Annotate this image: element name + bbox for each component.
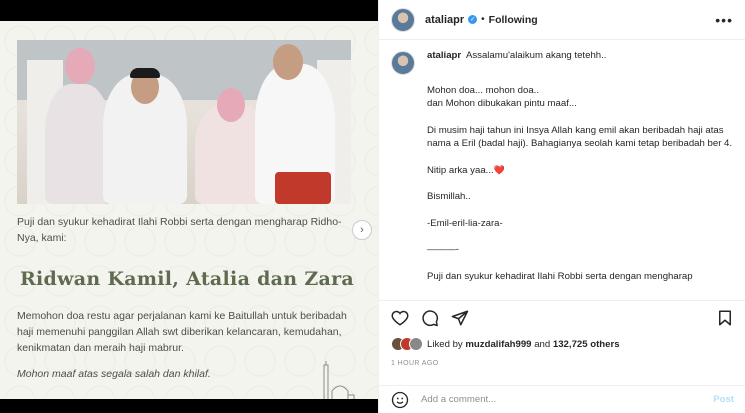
action-bar (379, 300, 745, 328)
post-timestamp[interactable]: 1 HOUR AGO (391, 360, 439, 367)
heart-emoji-icon: ❤️ (493, 164, 505, 175)
caption-line: Nitip arka yaa... (427, 164, 494, 176)
comment-input[interactable]: Add a comment... (421, 394, 496, 405)
avatar[interactable] (391, 7, 415, 32)
comment-button[interactable] (419, 307, 441, 329)
liker-avatar[interactable] (409, 337, 423, 351)
names-title: Ridwan Kamil, Atalia dan Zara (19, 268, 355, 290)
caption-line: dan Mohon dibukakan pintu maaf... (427, 98, 577, 109)
caption-line: Assalamu'alaikum akang tetehh.. (465, 50, 607, 61)
following-button[interactable]: Following (489, 14, 538, 26)
caption-line: Bismillah.. (427, 191, 471, 202)
comment-icon (422, 309, 439, 326)
post-media-panel: › Puji dan syukur kehadirat Ilahi Robbi … (0, 0, 378, 413)
likes-row: Liked by muzdalifah999 and 132,725 other… (391, 337, 620, 351)
bookmark-icon (719, 310, 731, 325)
post-side-panel: ataliapr ✓ • Following ••• ataliapr Assa… (378, 0, 745, 413)
post-comment-button[interactable]: Post (713, 394, 734, 405)
liker-username[interactable]: muzdalifah999 (465, 339, 531, 350)
emoji-icon[interactable] (391, 391, 409, 409)
family-photo (17, 40, 351, 204)
post-header: ataliapr ✓ • Following ••• (379, 0, 745, 40)
post-image: › Puji dan syukur kehadirat Ilahi Robbi … (0, 21, 378, 399)
instagram-post-modal: › Puji dan syukur kehadirat Ilahi Robbi … (0, 0, 745, 413)
caption-avatar[interactable] (391, 51, 415, 75)
caption-area: ataliapr Assalamu'alaikum akang tetehh..… (379, 49, 745, 291)
save-button[interactable] (714, 307, 736, 329)
caption-body: ataliapr Assalamu'alaikum akang tetehh..… (427, 49, 733, 291)
caption-line: Mohon doa... mohon doa.. (427, 84, 540, 96)
separator-dot: • (481, 14, 485, 25)
chevron-right-icon: › (360, 224, 364, 236)
likes-and-label: and (534, 338, 551, 350)
body-text: Memohon doa restu agar perjalanan kami k… (17, 310, 347, 354)
comment-bar: Add a comment... Post (379, 385, 745, 413)
closing-text: Mohon maaf atas segala salah dan khilaf. (17, 368, 211, 380)
verified-badge-icon: ✓ (468, 15, 478, 24)
caption-line: Puji dan syukur kehadirat Ilahi Robbi se… (427, 270, 693, 282)
caption-username[interactable]: ataliapr (427, 50, 461, 61)
likes-count[interactable]: 132,725 others (553, 339, 620, 350)
like-button[interactable] (389, 307, 411, 329)
heart-icon (391, 310, 409, 326)
caption-line: Di musim haji tahun ini Insya Allah kang… (427, 124, 733, 150)
caption-line: ———- (427, 244, 459, 255)
more-options-icon[interactable]: ••• (715, 12, 733, 28)
header-username[interactable]: ataliapr (425, 14, 464, 26)
caption-line: -Emil-eril-lia-zara- (427, 217, 503, 229)
person-woman (45, 84, 111, 204)
send-icon (451, 310, 469, 325)
mosque-icon (323, 361, 355, 399)
intro-text: Puji dan syukur kehadirat Ilahi Robbi se… (17, 216, 342, 244)
share-button[interactable] (449, 307, 471, 329)
liked-by-label: Liked by (427, 338, 463, 350)
